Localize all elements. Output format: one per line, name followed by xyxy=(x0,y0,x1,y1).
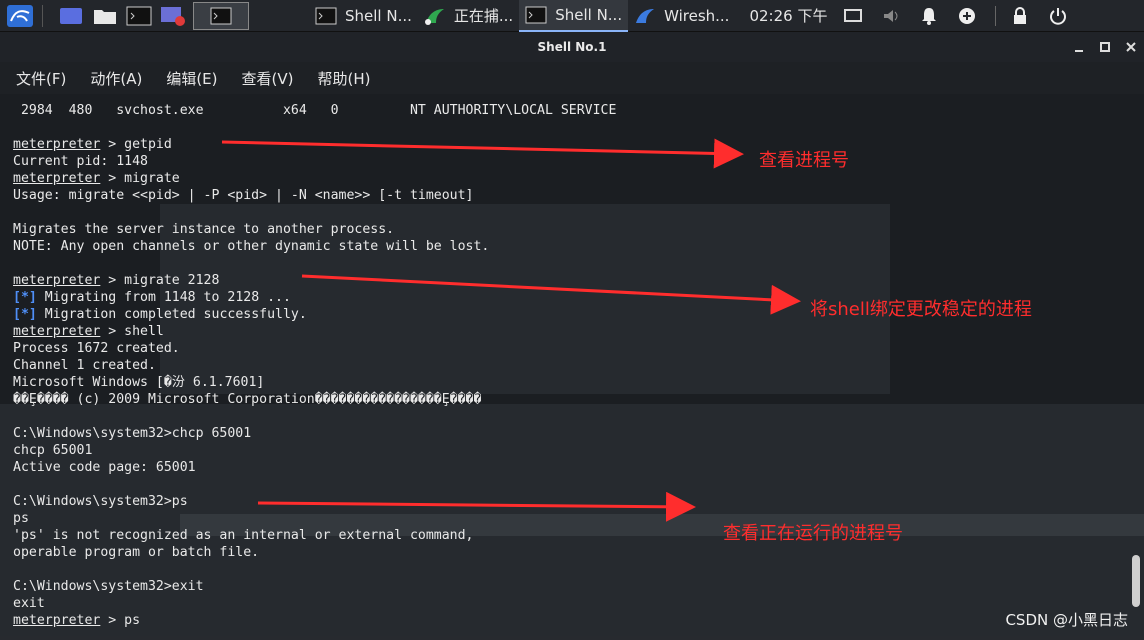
terminal-line: 2984 480 svchost.exe x64 0 NT AUTHORITY\… xyxy=(13,103,617,118)
terminal-output[interactable]: 2984 480 svchost.exe x64 0 NT AUTHORITY\… xyxy=(0,94,1144,640)
close-icon[interactable] xyxy=(1122,38,1140,56)
terminal-launcher-icon[interactable] xyxy=(125,4,153,28)
task-capturing[interactable]: 正在捕... xyxy=(418,0,519,32)
terminal-scrollbar[interactable] xyxy=(1132,555,1140,607)
wireshark-fin-icon xyxy=(636,8,655,23)
terminal-line: Channel 1 created. xyxy=(13,358,156,373)
terminal-line: meterpreter > ps xyxy=(13,613,141,628)
menu-file[interactable]: 文件(F) xyxy=(16,68,66,89)
menu-action[interactable]: 动作(A) xyxy=(90,68,142,89)
terminal-line: Active code page: 65001 xyxy=(13,460,196,475)
minimize-icon[interactable] xyxy=(1070,38,1088,56)
taskbar-divider xyxy=(42,4,43,27)
window-titlebar[interactable]: Shell No.1 xyxy=(0,32,1144,62)
terminal-line: [*] Migration completed successfully. xyxy=(13,307,307,322)
terminal-line: meterpreter > migrate xyxy=(13,171,180,186)
desktop-icon[interactable] xyxy=(57,4,85,28)
clock[interactable]: 02:26 下午 xyxy=(749,5,827,26)
annotation-getpid: 查看进程号 xyxy=(759,150,849,171)
terminal-line: Usage: migrate <<pid> | -P <pid> | -N <n… xyxy=(13,188,474,203)
terminal-icon xyxy=(525,6,547,23)
task-shell-1[interactable]: Shell N... xyxy=(309,0,418,32)
lock-icon[interactable] xyxy=(1010,6,1030,26)
terminal-line: chcp 65001 xyxy=(13,443,93,458)
wireshark-fin-icon xyxy=(424,8,444,25)
watermark: CSDN @小黑日志 xyxy=(1005,611,1128,629)
terminal-line: meterpreter > shell xyxy=(13,324,164,339)
terminal-icon xyxy=(315,7,337,24)
notification-bell-icon[interactable] xyxy=(919,6,939,26)
terminal-line: 'ps' is not recognized as an internal or… xyxy=(13,528,474,543)
terminal-line: Migrates the server instance to another … xyxy=(13,222,395,237)
task-wireshark[interactable]: Wiresh... xyxy=(628,0,735,32)
terminal-line: ps xyxy=(13,511,29,526)
screen-recorder-icon[interactable] xyxy=(159,4,187,28)
menubar: 文件(F) 动作(A) 编辑(E) 查看(V) 帮助(H) xyxy=(0,62,1144,94)
terminal-line: operable program or batch file. xyxy=(13,545,260,560)
task-shell-2[interactable]: Shell N... xyxy=(519,0,629,32)
terminal-line: [*] Migrating from 1148 to 2128 ... xyxy=(13,290,291,305)
terminal-line: C:\Windows\system32>exit xyxy=(13,579,204,594)
menu-help[interactable]: 帮助(H) xyxy=(317,68,370,89)
power-icon[interactable] xyxy=(1048,6,1068,26)
annotation-migrate: 将shell绑定更改稳定的进程 xyxy=(810,299,1032,320)
terminal-line: Process 1672 created. xyxy=(13,341,180,356)
terminal-line: C:\Windows\system32>chcp 65001 xyxy=(13,426,252,441)
terminal-line: meterpreter > getpid xyxy=(13,137,172,152)
terminal-line: C:\Windows\system32>ps xyxy=(13,494,188,509)
terminal-line: Current pid: 1148 xyxy=(13,154,148,169)
terminal-line: Microsoft Windows [�汾 6.1.7601] xyxy=(13,375,265,390)
divider-icon xyxy=(995,5,997,26)
active-terminal-button[interactable] xyxy=(193,1,249,30)
terminal-line: meterpreter > migrate 2128 xyxy=(13,273,220,288)
menu-edit[interactable]: 编辑(E) xyxy=(166,68,217,89)
display-icon[interactable] xyxy=(843,6,863,26)
terminal-line: exit xyxy=(13,596,45,611)
terminal-line: ��Ȩ���� (c) 2009 Microsoft Corporation��… xyxy=(13,392,482,407)
kali-menu-icon[interactable] xyxy=(6,4,34,28)
annotation-ps: 查看正在运行的进程号 xyxy=(723,523,903,544)
menu-view[interactable]: 查看(V) xyxy=(242,68,294,89)
terminal-lines: 2984 480 svchost.exe x64 0 NT AUTHORITY\… xyxy=(13,102,616,629)
window-title: Shell No.1 xyxy=(537,40,607,54)
taskbar: Shell N... 正在捕... Shell N... Wiresh... 0… xyxy=(0,0,1144,32)
update-icon[interactable] xyxy=(957,6,977,26)
volume-icon[interactable] xyxy=(881,6,901,26)
maximize-icon[interactable] xyxy=(1096,38,1114,56)
file-manager-icon[interactable] xyxy=(91,4,119,28)
system-tray xyxy=(843,5,1086,26)
terminal-line: NOTE: Any open channels or other dynamic… xyxy=(13,239,490,254)
